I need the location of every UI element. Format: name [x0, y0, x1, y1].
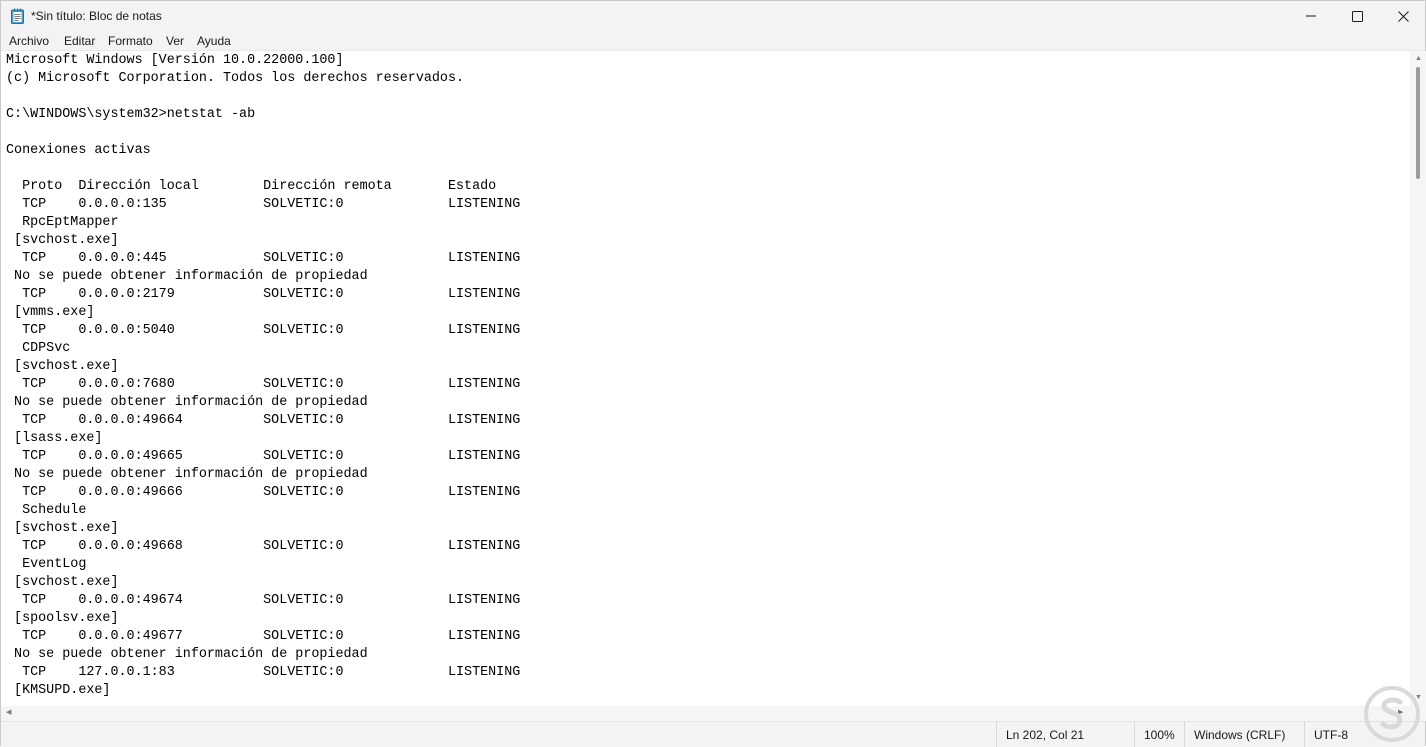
close-icon — [1397, 10, 1409, 22]
menu-ver[interactable]: Ver — [166, 34, 184, 48]
editor-text-content[interactable]: Microsoft Windows [Versión 10.0.22000.10… — [6, 52, 520, 700]
status-line-ending: Windows (CRLF) — [1184, 722, 1304, 747]
vertical-scrollbar[interactable]: ▲ ▼ — [1410, 51, 1426, 706]
menu-bar: Archivo Editar Formato Ver Ayuda — [1, 31, 1425, 51]
status-cursor-position: Ln 202, Col 21 — [996, 722, 1134, 747]
menu-ayuda[interactable]: Ayuda — [197, 34, 231, 48]
window-title: *Sin título: Bloc de notas — [31, 9, 162, 23]
text-editor[interactable]: Microsoft Windows [Versión 10.0.22000.10… — [1, 51, 1410, 706]
vertical-scroll-thumb[interactable] — [1416, 67, 1420, 179]
menu-formato[interactable]: Formato — [108, 34, 153, 48]
minimize-button[interactable] — [1288, 1, 1334, 31]
maximize-icon — [1351, 10, 1363, 22]
scroll-left-icon[interactable]: ◀ — [6, 709, 11, 717]
notepad-window: *Sin título: Bloc de notas Archivo Edita… — [0, 0, 1426, 747]
minimize-icon — [1306, 15, 1316, 17]
title-bar[interactable]: *Sin título: Bloc de notas — [1, 1, 1425, 31]
scroll-up-icon[interactable]: ▲ — [1415, 55, 1422, 63]
notepad-icon — [11, 8, 24, 24]
menu-editar[interactable]: Editar — [64, 34, 95, 48]
solvetic-logo — [1364, 686, 1420, 742]
maximize-button[interactable] — [1334, 1, 1380, 31]
close-button[interactable] — [1380, 1, 1426, 31]
menu-archivo[interactable]: Archivo — [9, 34, 49, 48]
status-zoom: 100% — [1134, 722, 1184, 747]
horizontal-scrollbar[interactable]: ◀ ▶ — [1, 706, 1410, 721]
status-bar: Ln 202, Col 21 100% Windows (CRLF) UTF-8 — [1, 721, 1425, 747]
